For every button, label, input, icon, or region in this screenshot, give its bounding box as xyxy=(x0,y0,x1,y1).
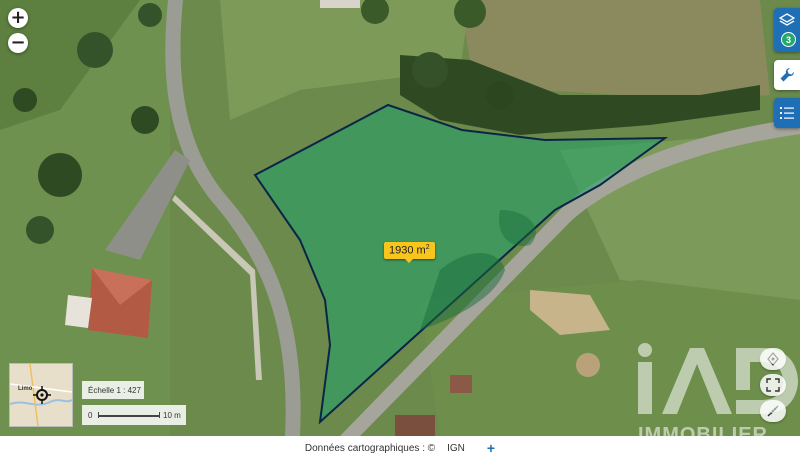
area-exponent: 2 xyxy=(425,244,430,251)
scale-line xyxy=(98,415,160,417)
fullscreen-icon xyxy=(766,378,780,392)
attribution-provider[interactable]: IGN xyxy=(447,443,465,454)
legend-button[interactable] xyxy=(774,98,800,128)
layers-count-badge: 3 xyxy=(781,32,796,47)
measure-icon xyxy=(767,405,779,417)
scale-zero-label: 0 xyxy=(88,411,93,420)
scale-tick-right xyxy=(159,412,160,418)
parcel-area-label: 1930 m2 xyxy=(384,242,435,263)
fullscreen-button[interactable] xyxy=(760,374,786,396)
legend-list-icon xyxy=(780,107,794,119)
layers-button[interactable]: 3 xyxy=(774,8,800,52)
zoom-in-button[interactable]: + xyxy=(8,8,28,28)
overview-place-label: Limo xyxy=(18,386,33,392)
locate-button[interactable] xyxy=(760,348,786,370)
scale-ratio: Échelle 1 : 427 xyxy=(82,381,144,399)
overview-minimap[interactable]: Limo xyxy=(9,363,73,427)
locate-icon xyxy=(767,352,779,366)
attribution-text: Données cartographiques : © xyxy=(304,442,436,454)
overview-map xyxy=(10,364,72,426)
attribution-bar: Données cartographiques : © IGN + xyxy=(0,436,800,460)
attribution-more-button[interactable]: + xyxy=(487,440,495,456)
measure-button[interactable] xyxy=(760,400,786,422)
scale-max-label: 10 m xyxy=(163,411,181,420)
wrench-icon xyxy=(780,67,795,82)
tools-button[interactable] xyxy=(774,60,800,90)
zoom-out-button[interactable]: − xyxy=(8,33,28,53)
layers-icon xyxy=(779,13,795,26)
area-value: 1930 m xyxy=(389,244,426,257)
scale-bar: 0 10 m xyxy=(82,405,186,425)
